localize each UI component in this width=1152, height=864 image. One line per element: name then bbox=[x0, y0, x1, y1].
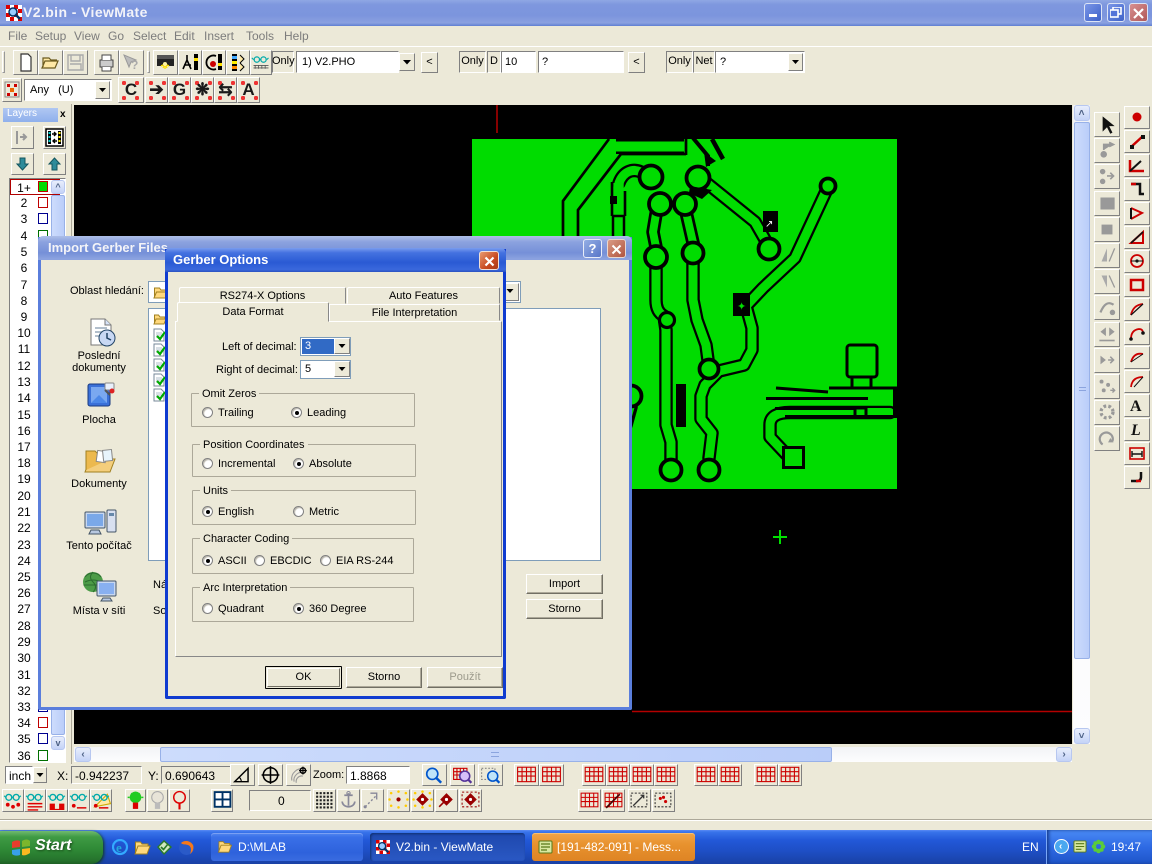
svg-text:?: ? bbox=[131, 58, 138, 72]
svg-text:↗: ↗ bbox=[765, 219, 773, 230]
svg-text:✦: ✦ bbox=[737, 301, 746, 313]
svg-text:e: e bbox=[116, 840, 122, 855]
svg-text:L: L bbox=[1130, 422, 1141, 439]
svg-text:A: A bbox=[1130, 398, 1142, 415]
